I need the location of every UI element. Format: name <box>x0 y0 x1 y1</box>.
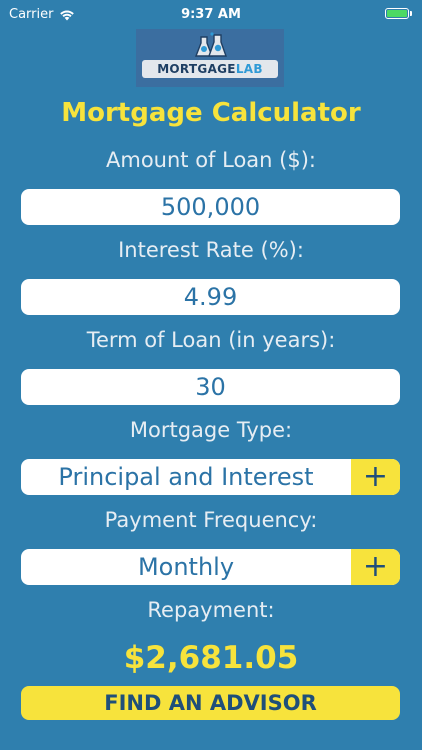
mortgage-type-plus-button[interactable]: + <box>351 459 400 495</box>
logo-wordmark-accent: LAB <box>235 62 263 76</box>
battery-tip <box>410 11 412 16</box>
payment-frequency-value[interactable]: Monthly <box>21 549 351 585</box>
loan-term-input[interactable]: 30 <box>21 369 400 405</box>
mortgage-type-select[interactable]: Principal and Interest + <box>21 459 400 495</box>
payment-frequency-plus-button[interactable]: + <box>351 549 400 585</box>
repayment-value: $2,681.05 <box>123 640 299 676</box>
interest-rate-label: Interest Rate (%): <box>118 238 304 262</box>
status-right <box>385 8 412 19</box>
loan-amount-input[interactable]: 500,000 <box>21 189 400 225</box>
find-advisor-button[interactable]: FIND AN ADVISOR <box>21 686 400 720</box>
battery-level <box>387 10 407 17</box>
battery-icon <box>385 8 409 19</box>
flask-icon <box>194 32 227 57</box>
mortgagelab-logo: MORTGAGELAB <box>136 29 284 87</box>
logo-wordmark: MORTGAGELAB <box>142 60 278 78</box>
payment-frequency-label: Payment Frequency: <box>104 508 318 532</box>
loan-amount-label: Amount of Loan ($): <box>106 148 316 172</box>
logo-wordmark-main: MORTGAGE <box>157 62 236 76</box>
interest-rate-input[interactable]: 4.99 <box>21 279 400 315</box>
page-title: Mortgage Calculator <box>61 98 361 128</box>
mortgage-type-label: Mortgage Type: <box>129 418 293 442</box>
repayment-label: Repayment: <box>147 598 275 622</box>
status-bar: Carrier 9:37 AM <box>0 0 422 28</box>
payment-frequency-select[interactable]: Monthly + <box>21 549 400 585</box>
loan-term-label: Term of Loan (in years): <box>86 328 336 352</box>
mortgage-type-value[interactable]: Principal and Interest <box>21 459 351 495</box>
status-time: 9:37 AM <box>181 7 241 22</box>
